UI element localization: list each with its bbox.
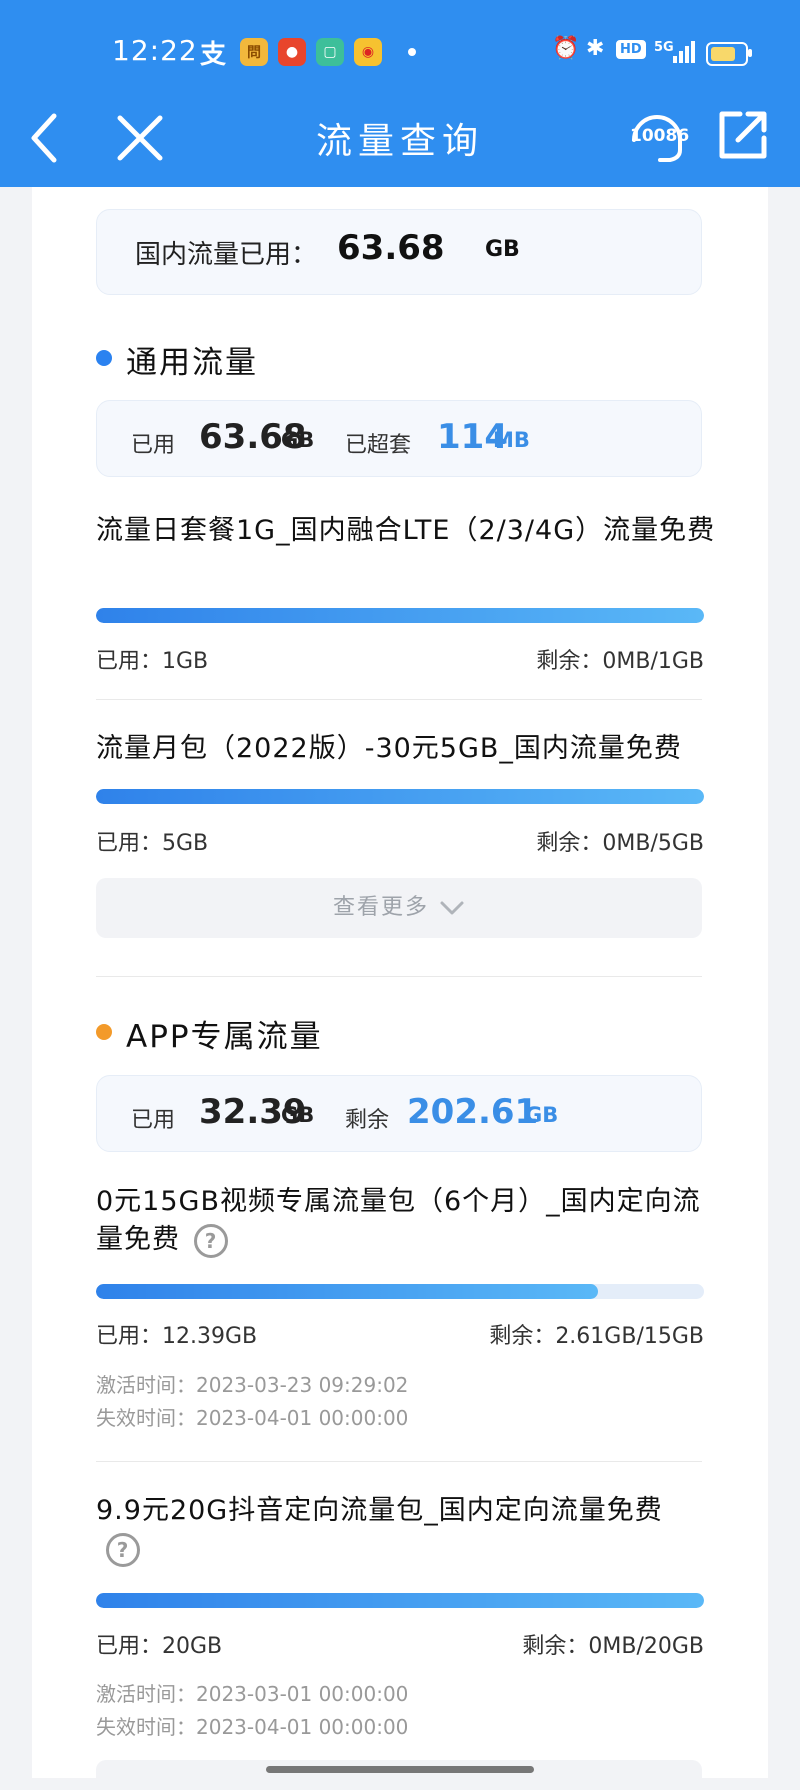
package-used: 已用：5GB: [96, 831, 209, 856]
usage-progress-bar: [96, 1284, 704, 1299]
view-more-label: 查看更多: [332, 895, 429, 920]
section-divider: [96, 976, 702, 977]
network-type: 5G: [654, 40, 674, 55]
package-remaining: 剩余：2.61GB/15GB: [489, 1324, 704, 1349]
usage-progress-fill: [96, 789, 704, 804]
expiry-time: 失效时间：2023-04-01 00:00:00: [96, 1715, 409, 1739]
next-card-partial: [96, 1760, 702, 1790]
domestic-usage-label: 国内流量已用：: [135, 240, 318, 270]
general-used-label: 已用: [131, 433, 176, 458]
app-remain-label: 剩余: [345, 1108, 390, 1133]
package-remaining: 剩余：0MB/5GB: [536, 831, 704, 856]
package-used: 已用：20GB: [96, 1634, 223, 1659]
divider: [96, 1461, 702, 1462]
app-remain-value: 202.61: [407, 1092, 539, 1132]
package-name: 流量月包（2022版）-30元5GB_国内流量免费: [96, 733, 682, 764]
main-content: 国内流量已用： 63.68 GB 通用流量 已用 63.68 GB 已超套 11…: [32, 187, 768, 1790]
signal-icon: [673, 41, 695, 63]
domestic-usage-card: 国内流量已用： 63.68 GB: [96, 209, 702, 295]
general-over-unit: MB: [493, 428, 530, 452]
section-title-general: 通用流量: [126, 345, 258, 381]
battery-icon: [706, 42, 748, 66]
activation-time: 激活时间：2023-03-23 09:29:02: [96, 1373, 409, 1397]
expiry-time: 失效时间：2023-04-01 00:00:00: [96, 1406, 409, 1430]
usage-progress-bar: [96, 608, 704, 623]
status-bar: 12:22 支 問 ● ▢ ◉ ⏰ ✱ HD 5G: [0, 0, 800, 100]
general-summary-card: 已用 63.68 GB 已超套 114 MB: [96, 400, 702, 477]
usage-progress-fill: [96, 1593, 704, 1608]
alarm-icon: ⏰: [552, 36, 580, 61]
domestic-usage-unit: GB: [485, 237, 520, 262]
usage-progress-fill: [96, 1284, 599, 1299]
help-icon[interactable]: ?: [106, 1532, 140, 1567]
home-indicator[interactable]: [266, 1766, 534, 1773]
more-notifications-icon: [408, 48, 416, 56]
service-number[interactable]: 10086: [630, 126, 689, 146]
bluetooth-icon: ✱: [586, 36, 605, 61]
general-used-unit: GB: [281, 428, 315, 452]
news-app-icon: 問: [240, 38, 268, 66]
weibo-icon: ◉: [354, 38, 382, 66]
package-name: 流量日套餐1G_国内融合LTE（2/3/4G）流量免费: [96, 515, 716, 546]
share-icon[interactable]: [716, 108, 770, 162]
package-used: 已用：12.39GB: [96, 1324, 258, 1349]
section-dot-general: [96, 350, 112, 366]
chevron-down-icon: [440, 901, 464, 915]
hd-icon: HD: [616, 40, 646, 59]
divider: [96, 699, 702, 700]
package-name: 9.9元20G抖音定向流量包_国内定向流量免费?: [96, 1492, 716, 1568]
section-title-app: APP专属流量: [126, 1019, 323, 1055]
chat-app-icon: ▢: [316, 38, 344, 66]
package-remaining: 剩余：0MB/20GB: [522, 1634, 704, 1659]
activation-time: 激活时间：2023-03-01 00:00:00: [96, 1682, 409, 1706]
view-more-button[interactable]: 查看更多: [96, 878, 702, 938]
shopping-app-icon: ●: [278, 38, 306, 66]
app-used-label: 已用: [131, 1108, 176, 1133]
usage-progress-bar: [96, 1593, 704, 1608]
package-remaining: 剩余：0MB/1GB: [536, 649, 704, 674]
app-used-unit: GB: [281, 1103, 315, 1127]
package-used: 已用：1GB: [96, 649, 209, 674]
help-icon[interactable]: ?: [194, 1223, 228, 1258]
status-time: 12:22: [112, 34, 198, 67]
section-dot-app: [96, 1024, 112, 1040]
alipay-icon: 支: [200, 40, 227, 70]
app-summary-card: 已用 32.39 GB 剩余 202.61 GB: [96, 1075, 702, 1152]
domestic-usage-value: 63.68: [337, 228, 445, 268]
general-over-label: 已超套: [345, 433, 412, 458]
usage-progress-bar: [96, 789, 704, 804]
package-name: 0元15GB视频专属流量包（6个月）_国内定向流量免费?: [96, 1183, 716, 1259]
app-remain-unit: GB: [525, 1103, 559, 1127]
usage-progress-fill: [96, 608, 704, 623]
